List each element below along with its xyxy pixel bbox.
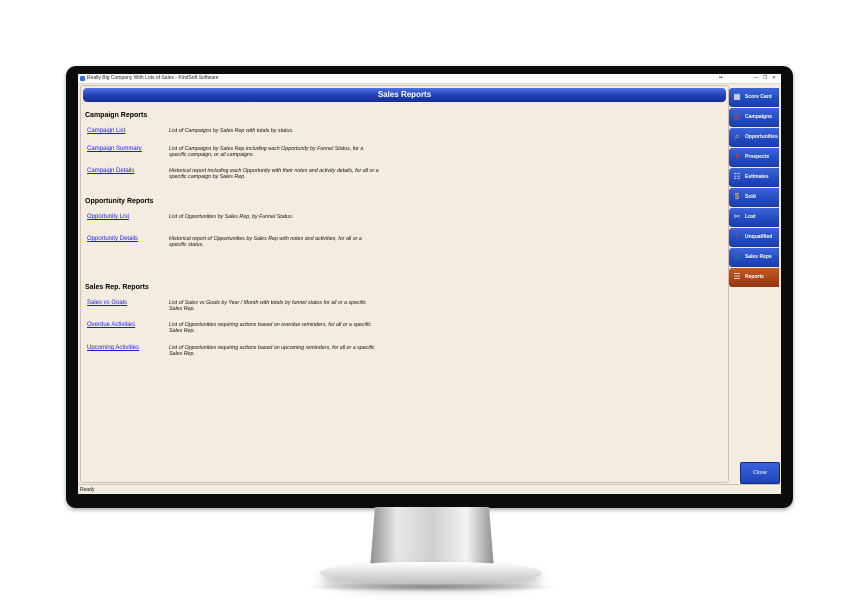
- sold-icon: $: [734, 192, 740, 201]
- campaign-details-link[interactable]: Campaign Details: [87, 168, 134, 174]
- nav-item-sales-reps[interactable]: ☺ Sales Reps: [729, 248, 779, 267]
- campaign-summary-link[interactable]: Campaign Summary: [87, 146, 142, 152]
- upcoming-activities-desc: List of Opportunities requiring actions …: [169, 345, 375, 358]
- section-title-opportunity: Opportunity Reports: [85, 198, 154, 205]
- monitor-stand-neck: [370, 507, 494, 569]
- page-title: Sales Reports: [83, 88, 726, 102]
- opportunity-list-desc: List of Opportunities by Sales Rep, by F…: [169, 214, 294, 220]
- lost-icon: ✂: [733, 212, 741, 221]
- opportunity-details-link[interactable]: Opportunity Details: [87, 236, 138, 242]
- side-nav: ▦ Score Card ◎ Campaigns ⌕ Opportunities…: [729, 88, 779, 298]
- nav-item-score-card[interactable]: ▦ Score Card: [729, 88, 779, 107]
- scorecard-icon: ▦: [733, 92, 741, 101]
- sales-vs-goals-link[interactable]: Sales vs Goals: [87, 300, 127, 306]
- nav-label: Sales Reps: [745, 254, 772, 260]
- nav-label: Opportunities: [745, 134, 778, 140]
- nav-label: Campaigns: [745, 114, 772, 120]
- window-titlebar: Really Big Company With Lots of Sales - …: [78, 74, 781, 84]
- nav-label: Score Card: [745, 94, 772, 100]
- prospects-icon: ♥: [734, 152, 740, 161]
- monitor-stand-base: [320, 562, 542, 584]
- window-menu-glyph[interactable]: ••: [719, 74, 723, 83]
- nav-item-sold[interactable]: $ Sold: [729, 188, 779, 207]
- opportunities-icon: ⌕: [734, 132, 740, 141]
- campaign-list-desc: List of Campaigns by Sales Rep with tota…: [169, 128, 294, 134]
- estimates-icon: ☷: [733, 172, 741, 181]
- nav-label: Prospects: [745, 154, 770, 160]
- nav-item-opportunities[interactable]: ⌕ Opportunities: [729, 128, 779, 147]
- sales-vs-goals-desc: List of Sales vs Goals by Year / Month w…: [169, 300, 367, 313]
- unqualified-icon: !: [735, 232, 739, 241]
- nav-label: Lost: [745, 214, 756, 220]
- reports-panel: Sales Reports Campaign Reports Campaign …: [80, 85, 729, 483]
- overdue-activities-desc: List of Opportunities requiring actions …: [169, 322, 371, 335]
- nav-label: Estimates: [745, 174, 769, 180]
- section-title-sales-rep: Sales Rep. Reports: [85, 284, 149, 291]
- nav-item-unqualified[interactable]: ! Unqualified: [729, 228, 779, 247]
- close-window-icon[interactable]: ✕: [771, 76, 777, 81]
- section-title-campaign: Campaign Reports: [85, 112, 148, 119]
- nav-item-prospects[interactable]: ♥ Prospects: [729, 148, 779, 167]
- overdue-activities-link[interactable]: Overdue Activities: [87, 322, 135, 328]
- campaigns-icon: ◎: [733, 112, 741, 121]
- nav-label: Sold: [745, 194, 756, 200]
- campaign-summary-desc: List of Campaigns by Sales Rep including…: [169, 146, 364, 159]
- opportunity-details-desc: Historical report of Opportunities by Sa…: [169, 236, 362, 249]
- sales-reps-icon: ☺: [732, 252, 742, 261]
- app-icon: [80, 76, 85, 81]
- window-title: Really Big Company With Lots of Sales - …: [87, 75, 219, 81]
- nav-label: Unqualified: [745, 234, 773, 240]
- nav-label: Reports: [745, 274, 764, 280]
- status-text: Ready: [80, 487, 95, 493]
- app-screen: Really Big Company With Lots of Sales - …: [78, 74, 781, 494]
- campaign-list-link[interactable]: Campaign List: [87, 128, 125, 134]
- nav-item-campaigns[interactable]: ◎ Campaigns: [729, 108, 779, 127]
- minimize-icon[interactable]: —: [753, 76, 759, 81]
- campaign-details-desc: Historical report including each Opportu…: [169, 168, 379, 181]
- upcoming-activities-link[interactable]: Upcoming Activities: [87, 345, 139, 351]
- close-button[interactable]: Close: [740, 462, 780, 484]
- nav-item-estimates[interactable]: ☷ Estimates: [729, 168, 779, 187]
- opportunity-list-link[interactable]: Opportunity List: [87, 214, 129, 220]
- reports-icon: ☰: [733, 272, 741, 281]
- nav-item-reports[interactable]: ☰ Reports: [729, 268, 779, 287]
- nav-item-lost[interactable]: ✂ Lost: [729, 208, 779, 227]
- status-bar: Ready: [78, 484, 781, 494]
- restore-icon[interactable]: ❐: [762, 76, 768, 81]
